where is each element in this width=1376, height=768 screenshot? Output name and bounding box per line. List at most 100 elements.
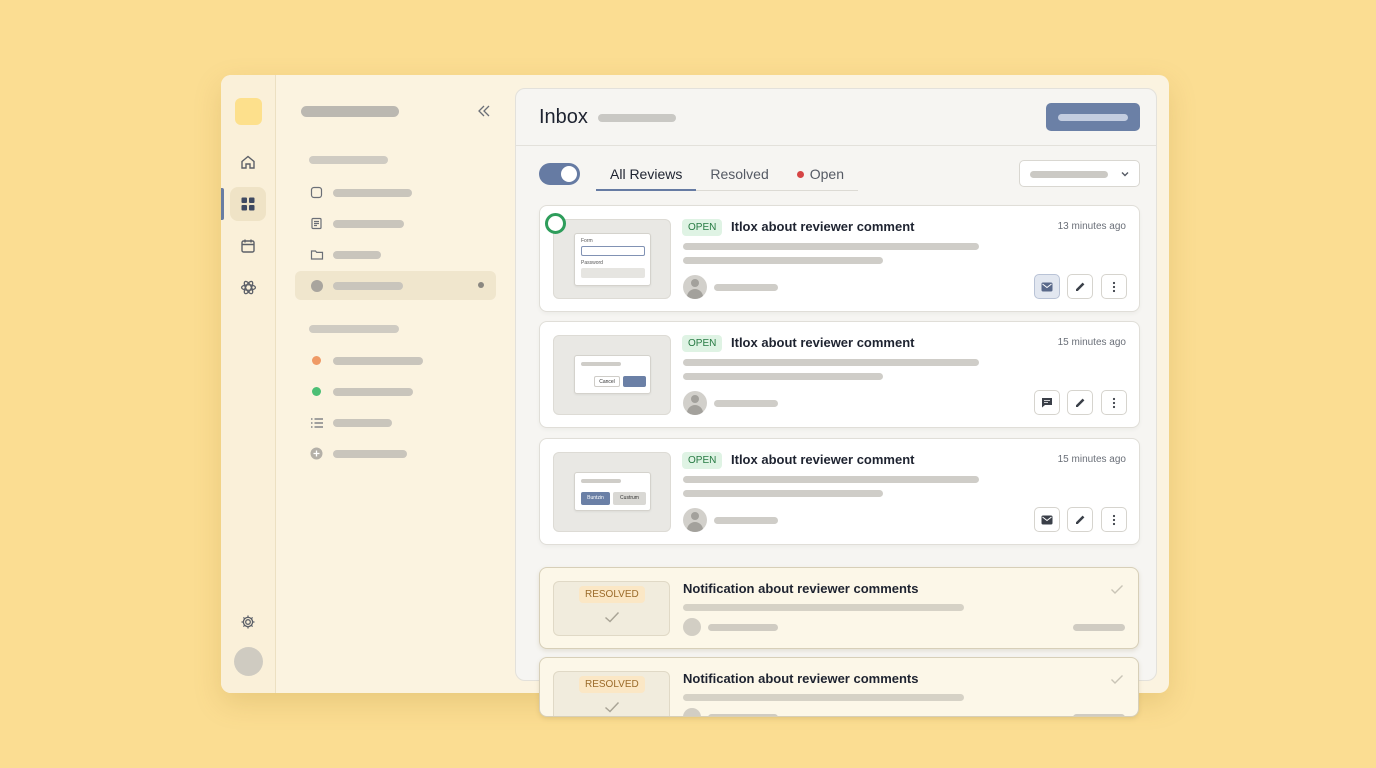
card-title: Itlox about reviewer comment — [731, 452, 915, 467]
page-title: Inbox — [539, 106, 588, 128]
atom-icon — [240, 280, 256, 294]
card-title: Itlox about reviewer comment — [731, 219, 915, 234]
collapse-sidebar-button[interactable] — [473, 101, 495, 121]
primary-action-button[interactable] — [1046, 103, 1140, 131]
view-toggle[interactable] — [539, 163, 580, 185]
sidebar-item-label — [333, 450, 407, 458]
card-text-placeholder — [683, 257, 883, 264]
card-text-placeholder — [683, 604, 964, 611]
folder-icon — [309, 247, 324, 262]
reviewer-name-placeholder — [714, 517, 778, 524]
message-button[interactable] — [1034, 274, 1060, 299]
sidebar-item-list[interactable] — [295, 408, 496, 437]
sidebar-item-selected[interactable] — [295, 271, 496, 300]
plus-circle-icon — [309, 446, 324, 461]
chevrons-left-icon — [478, 105, 490, 117]
card-text-placeholder — [683, 694, 964, 701]
filter-dropdown[interactable] — [1019, 160, 1140, 187]
review-card[interactable]: Buntzin Custrum OPEN Itlox about reviewe… — [539, 438, 1140, 545]
resolved-card[interactable]: RESOLVED Notification about reviewer com… — [539, 567, 1139, 649]
card-text-placeholder — [683, 359, 979, 366]
icon-rail — [221, 75, 276, 693]
edit-button[interactable] — [1067, 390, 1093, 415]
card-timestamp: 15 minutes ago — [1057, 337, 1126, 348]
message-button[interactable] — [1034, 507, 1060, 532]
tab-resolved[interactable]: Resolved — [696, 161, 782, 191]
resolved-thumbnail: RESOLVED — [553, 671, 670, 716]
sidebar — [277, 75, 515, 693]
card-thumbnail: Cancel — [553, 335, 671, 415]
card-thumbnail: Form Password — [553, 219, 671, 299]
gear-icon — [241, 615, 255, 629]
edit-button[interactable] — [1067, 507, 1093, 532]
tab-open[interactable]: Open — [783, 161, 858, 191]
edit-button[interactable] — [1067, 274, 1093, 299]
card-text-placeholder — [683, 373, 883, 380]
rail-active-indicator — [221, 188, 224, 220]
more-vertical-icon — [1112, 514, 1116, 525]
meta-placeholder — [1073, 624, 1125, 631]
document-icon — [309, 216, 324, 231]
radio-ring-icon — [545, 213, 566, 234]
more-options-button[interactable] — [1101, 507, 1127, 532]
rail-dashboard-button[interactable] — [230, 187, 266, 221]
selection-ring — [540, 207, 570, 237]
reviewer-name-placeholder — [714, 400, 778, 407]
tab-all-reviews[interactable]: All Reviews — [596, 161, 697, 191]
reviewer-avatar — [683, 708, 701, 716]
resolved-badge: RESOLVED — [579, 676, 645, 693]
review-card[interactable]: Form Password OPEN Itlox about reviewer … — [539, 205, 1140, 312]
form-preview: Form Password — [574, 233, 651, 286]
mail-icon — [1041, 282, 1053, 291]
status-dot-icon — [309, 353, 324, 368]
rail-settings-button[interactable] — [230, 605, 266, 639]
card-text-placeholder — [683, 490, 883, 497]
grid-icon — [241, 197, 255, 211]
pencil-icon — [1075, 398, 1084, 407]
sidebar-item-folder[interactable] — [295, 240, 496, 269]
user-avatar[interactable] — [234, 647, 263, 676]
chevron-down-icon — [1121, 172, 1129, 177]
sidebar-item-document[interactable] — [295, 209, 496, 238]
rail-calendar-button[interactable] — [230, 229, 266, 263]
more-vertical-icon — [1112, 281, 1116, 292]
more-options-button[interactable] — [1101, 390, 1127, 415]
card-timestamp: 13 minutes ago — [1057, 221, 1126, 232]
card-text-placeholder — [683, 243, 979, 250]
resolved-badge: RESOLVED — [579, 586, 645, 603]
sidebar-item-label — [333, 282, 403, 290]
sidebar-item-status-orange[interactable] — [295, 346, 496, 375]
sidebar-title-placeholder — [301, 106, 399, 117]
reviewer-name-placeholder — [714, 284, 778, 291]
sidebar-item-status-green[interactable] — [295, 377, 496, 406]
check-icon — [1111, 675, 1123, 684]
sidebar-item-label — [333, 357, 423, 365]
open-dot-icon — [796, 171, 804, 178]
comment-button[interactable] — [1034, 390, 1060, 415]
calendar-icon — [241, 239, 255, 253]
app-logo[interactable] — [235, 98, 262, 125]
panel-header: Inbox — [516, 89, 1156, 146]
sidebar-item-add[interactable] — [295, 439, 496, 468]
reviewer-avatar — [683, 391, 707, 415]
sidebar-item-page[interactable] — [295, 178, 496, 207]
rail-home-button[interactable] — [230, 145, 266, 179]
resolved-card[interactable]: RESOLVED Notification about reviewer com… — [539, 657, 1139, 717]
resolved-card-title: Notification about reviewer comments — [683, 671, 919, 686]
dialog-preview: Buntzin Custrum — [574, 472, 651, 511]
more-options-button[interactable] — [1101, 274, 1127, 299]
review-tabs: All Reviews Resolved Open — [596, 161, 858, 191]
title-subtitle-placeholder — [598, 114, 676, 122]
sidebar-item-label — [333, 189, 412, 197]
sidebar-item-label — [333, 251, 381, 259]
sidebar-item-label — [333, 419, 392, 427]
rail-integrations-button[interactable] — [230, 270, 266, 304]
status-badge: OPEN — [682, 335, 723, 352]
sidebar-item-label — [333, 220, 404, 228]
reviewer-name-placeholder — [708, 714, 778, 716]
meta-placeholder — [1073, 714, 1125, 716]
sidebar-section-heading — [309, 325, 399, 333]
reviewer-avatar — [683, 618, 701, 636]
check-icon — [605, 611, 620, 623]
review-card[interactable]: Cancel OPEN Itlox about reviewer comment… — [539, 321, 1140, 428]
